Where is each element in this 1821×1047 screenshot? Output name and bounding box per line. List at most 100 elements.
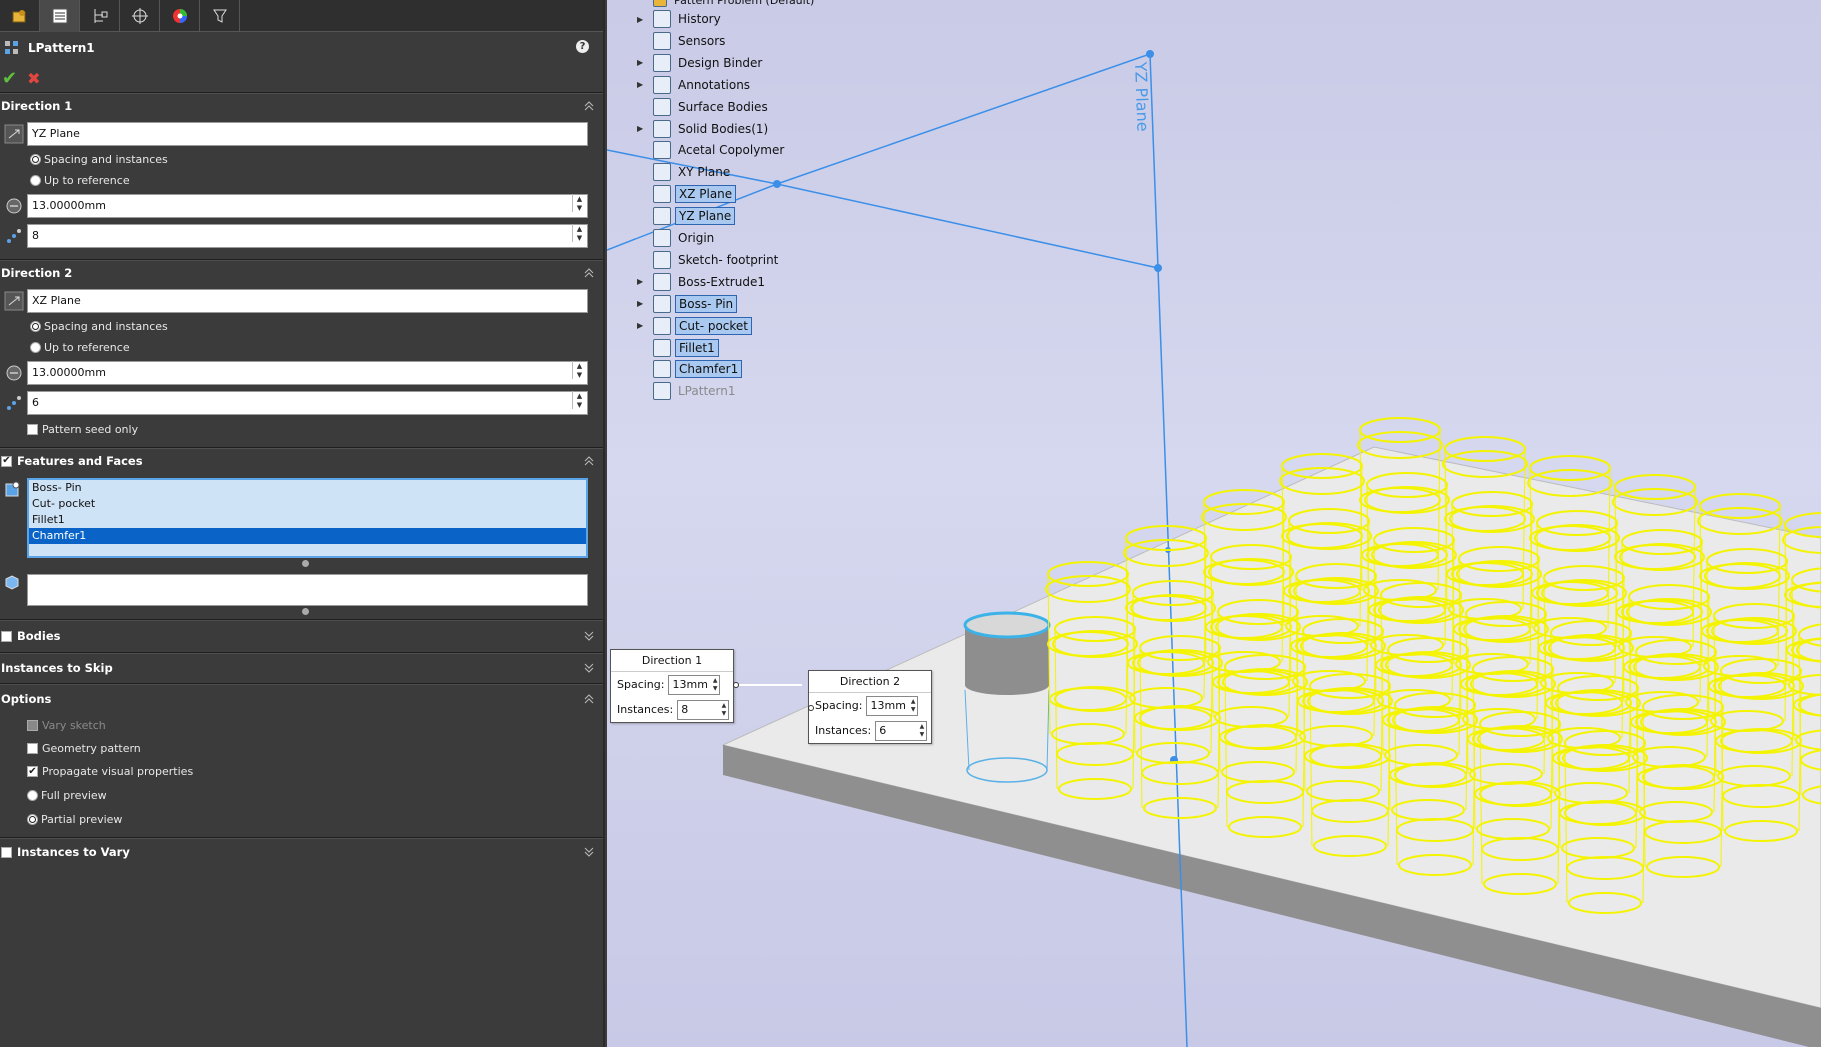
- section-checkbox[interactable]: ✔: [1, 455, 12, 467]
- yz-plane-label: YZ Plane: [1131, 60, 1152, 131]
- radio-button[interactable]: [30, 175, 41, 186]
- radio-button[interactable]: [27, 813, 38, 825]
- face-icon: [4, 574, 20, 593]
- expand-chevron-icon[interactable]: [583, 662, 595, 674]
- cancel-button[interactable]: ✖: [27, 69, 40, 88]
- faces-listbox[interactable]: [27, 574, 588, 606]
- checkbox-label: Pattern seed only: [42, 423, 139, 436]
- checkbox[interactable]: [27, 720, 38, 731]
- callout-leaders: [733, 682, 814, 711]
- direction1-instances-row: 8 ▲ ▼: [0, 221, 603, 251]
- ok-button[interactable]: ✔: [2, 68, 17, 89]
- partial-preview-option[interactable]: Partial preview: [0, 807, 603, 831]
- options-section: Options Vary sketch Geometry pattern ✔ Pr…: [0, 683, 603, 837]
- direction1-title: Direction 1: [1, 99, 73, 113]
- checkbox[interactable]: ✔: [27, 766, 38, 777]
- radio-label: Up to reference: [44, 174, 130, 187]
- skip-title: Instances to Skip: [1, 661, 113, 675]
- spacing-icon: [2, 194, 26, 218]
- list-item-selected[interactable]: Chamfer1: [29, 528, 586, 544]
- direction2-spacing-input[interactable]: 13.00000mm: [27, 361, 588, 385]
- direction1-reference-row: YZ Plane: [0, 119, 603, 149]
- configuration-manager-tab[interactable]: [80, 0, 120, 32]
- linear-pattern-icon: [5, 41, 18, 54]
- list-item[interactable]: Boss- Pin: [29, 480, 586, 496]
- collapse-chevron-icon[interactable]: [583, 693, 595, 705]
- vary-title: Instances to Vary: [17, 845, 130, 859]
- list-item[interactable]: Cut- pocket: [29, 496, 586, 512]
- direction2-reference-field[interactable]: XZ Plane: [27, 289, 588, 313]
- radio-button[interactable]: [27, 789, 38, 801]
- options-header[interactable]: Options: [0, 684, 603, 714]
- direction1-reference-field[interactable]: YZ Plane: [27, 122, 588, 146]
- features-listbox[interactable]: Boss- Pin Cut- pocket Fillet1 Chamfer1: [27, 478, 588, 558]
- direction2-title: Direction 2: [1, 266, 73, 280]
- radio-label: Partial preview: [41, 812, 123, 826]
- direction2-spacing-option[interactable]: Spacing and instances: [0, 316, 603, 337]
- full-preview-option[interactable]: Full preview: [0, 783, 603, 807]
- property-manager-tab[interactable]: [40, 0, 80, 32]
- bodies-header[interactable]: Bodies: [0, 620, 603, 652]
- property-manager-panel: LPattern1 ? ✔ ✖ Direction 1 YZ Plane Spa…: [0, 0, 605, 1047]
- collapse-chevron-icon[interactable]: [583, 267, 595, 279]
- direction1-spacing-input[interactable]: 13.00000mm: [27, 194, 588, 218]
- list-item[interactable]: Fillet1: [29, 512, 586, 528]
- manager-tabs: [0, 0, 603, 32]
- direction2-header[interactable]: Direction 2: [0, 260, 603, 286]
- radio-label: Full preview: [41, 788, 107, 802]
- direction2-section: Direction 2 XZ Plane Spacing and instanc…: [0, 259, 603, 447]
- section-checkbox[interactable]: [1, 846, 12, 858]
- dimxpert-manager-tab[interactable]: [120, 0, 160, 32]
- radio-button[interactable]: [30, 342, 41, 353]
- direction1-instances-input[interactable]: 8: [27, 224, 588, 248]
- feature-manager-icon: [12, 10, 25, 23]
- graphics-area[interactable]: YZ Plane Pattern Problem (Default) ▶ Hist…: [607, 0, 1821, 1047]
- checkbox[interactable]: [27, 424, 38, 435]
- features-section: ✔ Features and Faces Boss- Pin Cut- pock…: [0, 447, 603, 619]
- radio-button[interactable]: [30, 321, 41, 332]
- features-header[interactable]: ✔ Features and Faces: [0, 448, 603, 474]
- property-manager-icon: [52, 8, 67, 24]
- collapse-chevron-icon[interactable]: [583, 455, 595, 467]
- spin-buttons[interactable]: ▲ ▼: [572, 194, 586, 212]
- direction1-upto-option[interactable]: Up to reference: [0, 170, 603, 191]
- reverse-direction-icon[interactable]: [2, 289, 26, 313]
- cam-manager-tab[interactable]: [200, 0, 240, 32]
- checkbox[interactable]: [27, 743, 38, 754]
- vary-header[interactable]: Instances to Vary: [0, 838, 603, 866]
- spin-buttons[interactable]: ▲ ▼: [572, 361, 586, 379]
- pattern-seed-only-option[interactable]: Pattern seed only: [0, 418, 603, 441]
- spin-buttons[interactable]: ▲ ▼: [572, 224, 586, 242]
- direction1-header[interactable]: Direction 1: [0, 93, 603, 119]
- direction1-spacing-option[interactable]: Spacing and instances: [0, 149, 603, 170]
- direction2-upto-option[interactable]: Up to reference: [0, 337, 603, 358]
- help-button[interactable]: ?: [576, 40, 589, 53]
- radio-button[interactable]: [30, 154, 41, 165]
- display-manager-icon: [172, 9, 187, 23]
- section-checkbox[interactable]: [1, 630, 12, 642]
- features-title: Features and Faces: [17, 454, 143, 468]
- bodies-section: Bodies: [0, 619, 603, 652]
- skip-header[interactable]: Instances to Skip: [0, 653, 603, 683]
- resize-handle[interactable]: [302, 608, 309, 615]
- spin-buttons[interactable]: ▲ ▼: [572, 391, 586, 409]
- checkbox-label: Vary sketch: [42, 719, 106, 732]
- feature-manager-tab[interactable]: [0, 0, 40, 32]
- ok-cancel-row: ✔ ✖: [0, 64, 603, 92]
- propagate-visual-option[interactable]: ✔ Propagate visual properties: [0, 760, 603, 783]
- display-manager-tab[interactable]: [160, 0, 200, 32]
- radio-label: Spacing and instances: [44, 153, 168, 166]
- expand-chevron-icon[interactable]: [583, 630, 595, 642]
- expand-chevron-icon[interactable]: [583, 846, 595, 858]
- reverse-direction-icon[interactable]: [2, 122, 26, 146]
- bodies-title: Bodies: [17, 629, 61, 643]
- vary-sketch-option[interactable]: Vary sketch: [0, 714, 603, 737]
- faces-list-row: [0, 564, 603, 615]
- geometry-pattern-option[interactable]: Geometry pattern: [0, 737, 603, 760]
- collapse-chevron-icon[interactable]: [583, 100, 595, 112]
- configuration-manager-icon: [94, 9, 107, 23]
- direction2-instances-input[interactable]: 6: [27, 391, 588, 415]
- features-list-row: Boss- Pin Cut- pocket Fillet1 Chamfer1: [0, 474, 603, 567]
- spacing-icon: [2, 361, 26, 385]
- feature-title-row: LPattern1: [0, 32, 603, 64]
